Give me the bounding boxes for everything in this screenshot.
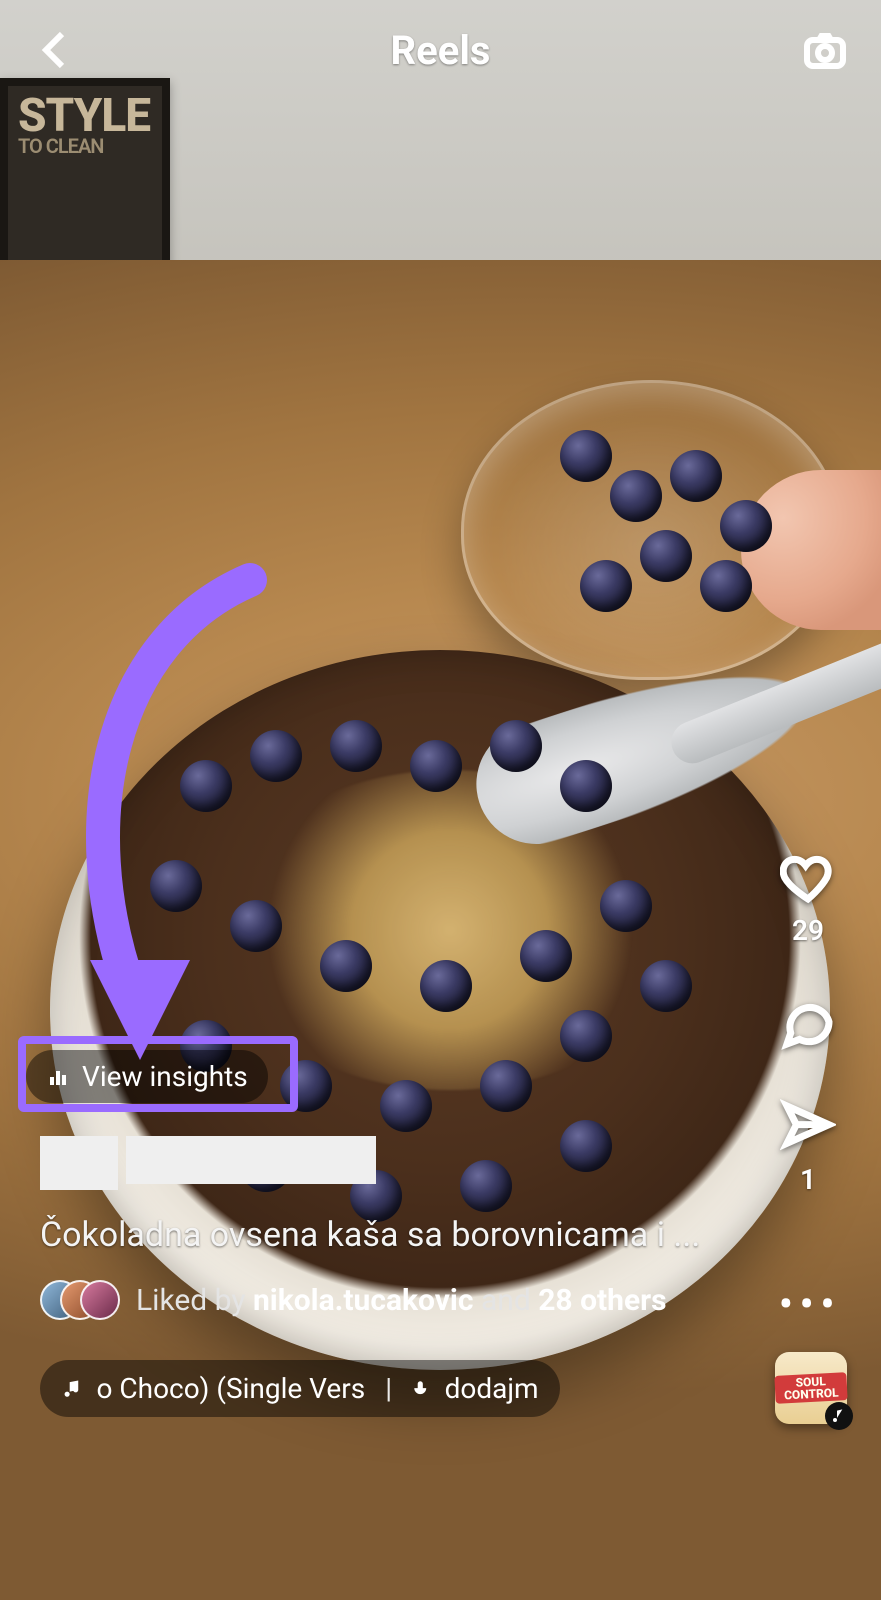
back-button[interactable] xyxy=(28,22,84,78)
liked-by-row[interactable]: Liked by nikola.tucakovic and 28 others xyxy=(40,1280,741,1320)
liked-by-text: Liked by nikola.tucakovic and 28 others xyxy=(136,1283,667,1318)
blueberry xyxy=(280,1060,332,1112)
camera-button[interactable] xyxy=(797,22,853,78)
view-insights-label: View insights xyxy=(82,1060,248,1093)
liked-prefix: Liked by xyxy=(136,1283,253,1318)
camera-icon xyxy=(801,26,849,74)
like-button[interactable]: 29 xyxy=(780,850,836,947)
send-icon xyxy=(780,1099,836,1155)
view-insights-wrap: View insights xyxy=(26,1050,268,1103)
more-options-button[interactable]: ••• xyxy=(778,1278,841,1330)
audio-separator: | xyxy=(381,1372,396,1405)
audio-track: o Choco) (Single Version) xyxy=(97,1372,368,1405)
top-bar: Reels xyxy=(0,0,881,100)
music-note-icon xyxy=(62,1377,83,1401)
blueberry xyxy=(640,960,692,1012)
share-button[interactable]: 1 xyxy=(780,1099,836,1196)
avatar xyxy=(80,1280,120,1320)
blueberry xyxy=(610,470,662,522)
reels-screen: STYLE TO CLEAN xyxy=(0,0,881,1600)
heart-icon xyxy=(780,850,836,906)
redacted-avatar xyxy=(40,1136,118,1190)
bar-chart-icon xyxy=(46,1065,70,1089)
blueberry xyxy=(420,960,472,1012)
microphone-icon xyxy=(410,1377,431,1401)
blueberry xyxy=(520,930,572,982)
comment-button[interactable] xyxy=(780,995,836,1051)
blueberry xyxy=(480,1060,532,1112)
blueberry xyxy=(640,530,692,582)
audio-pill[interactable]: o Choco) (Single Version) | dodajma xyxy=(40,1360,560,1417)
blueberry xyxy=(180,760,232,812)
blueberry xyxy=(700,560,752,612)
liker-avatars xyxy=(40,1280,120,1320)
liked-middle: and xyxy=(474,1283,539,1318)
audio-user: dodajma xyxy=(445,1372,538,1405)
action-rail: 29 1 xyxy=(763,850,853,1196)
like-count: 29 xyxy=(792,914,824,947)
audio-thumb-label: SOUL CONTROL xyxy=(774,1372,847,1404)
blueberry xyxy=(230,900,282,952)
liked-user: nikola.tucakovic xyxy=(253,1283,474,1318)
chevron-left-icon xyxy=(32,26,80,74)
blueberry xyxy=(670,450,722,502)
blueberry xyxy=(330,720,382,772)
blueberry xyxy=(600,880,652,932)
liked-others: 28 others xyxy=(538,1283,666,1318)
blueberry xyxy=(320,940,372,992)
blueberry xyxy=(580,560,632,612)
blueberry xyxy=(460,1160,512,1212)
page-title: Reels xyxy=(391,27,491,74)
blueberry xyxy=(560,430,612,482)
blueberry xyxy=(380,1080,432,1132)
redacted-username xyxy=(126,1136,376,1184)
comment-icon xyxy=(780,995,836,1051)
blueberry xyxy=(720,500,772,552)
blueberry xyxy=(560,760,612,812)
blueberry xyxy=(250,730,302,782)
blueberry xyxy=(150,860,202,912)
blueberry xyxy=(410,740,462,792)
blueberry xyxy=(560,1010,612,1062)
audio-thumbnail[interactable]: SOUL CONTROL xyxy=(775,1352,847,1424)
audio-note-badge xyxy=(825,1402,853,1430)
more-icon: ••• xyxy=(778,1278,841,1330)
blueberry xyxy=(490,720,542,772)
wall-frame-sign: STYLE TO CLEAN xyxy=(0,78,170,268)
reel-caption[interactable]: Čokoladna ovsena kaša sa borovnicama i .… xyxy=(40,1215,721,1255)
blueberry xyxy=(560,1120,612,1172)
music-note-icon xyxy=(831,1408,847,1424)
view-insights-button[interactable]: View insights xyxy=(26,1050,268,1103)
share-count: 1 xyxy=(800,1163,816,1196)
